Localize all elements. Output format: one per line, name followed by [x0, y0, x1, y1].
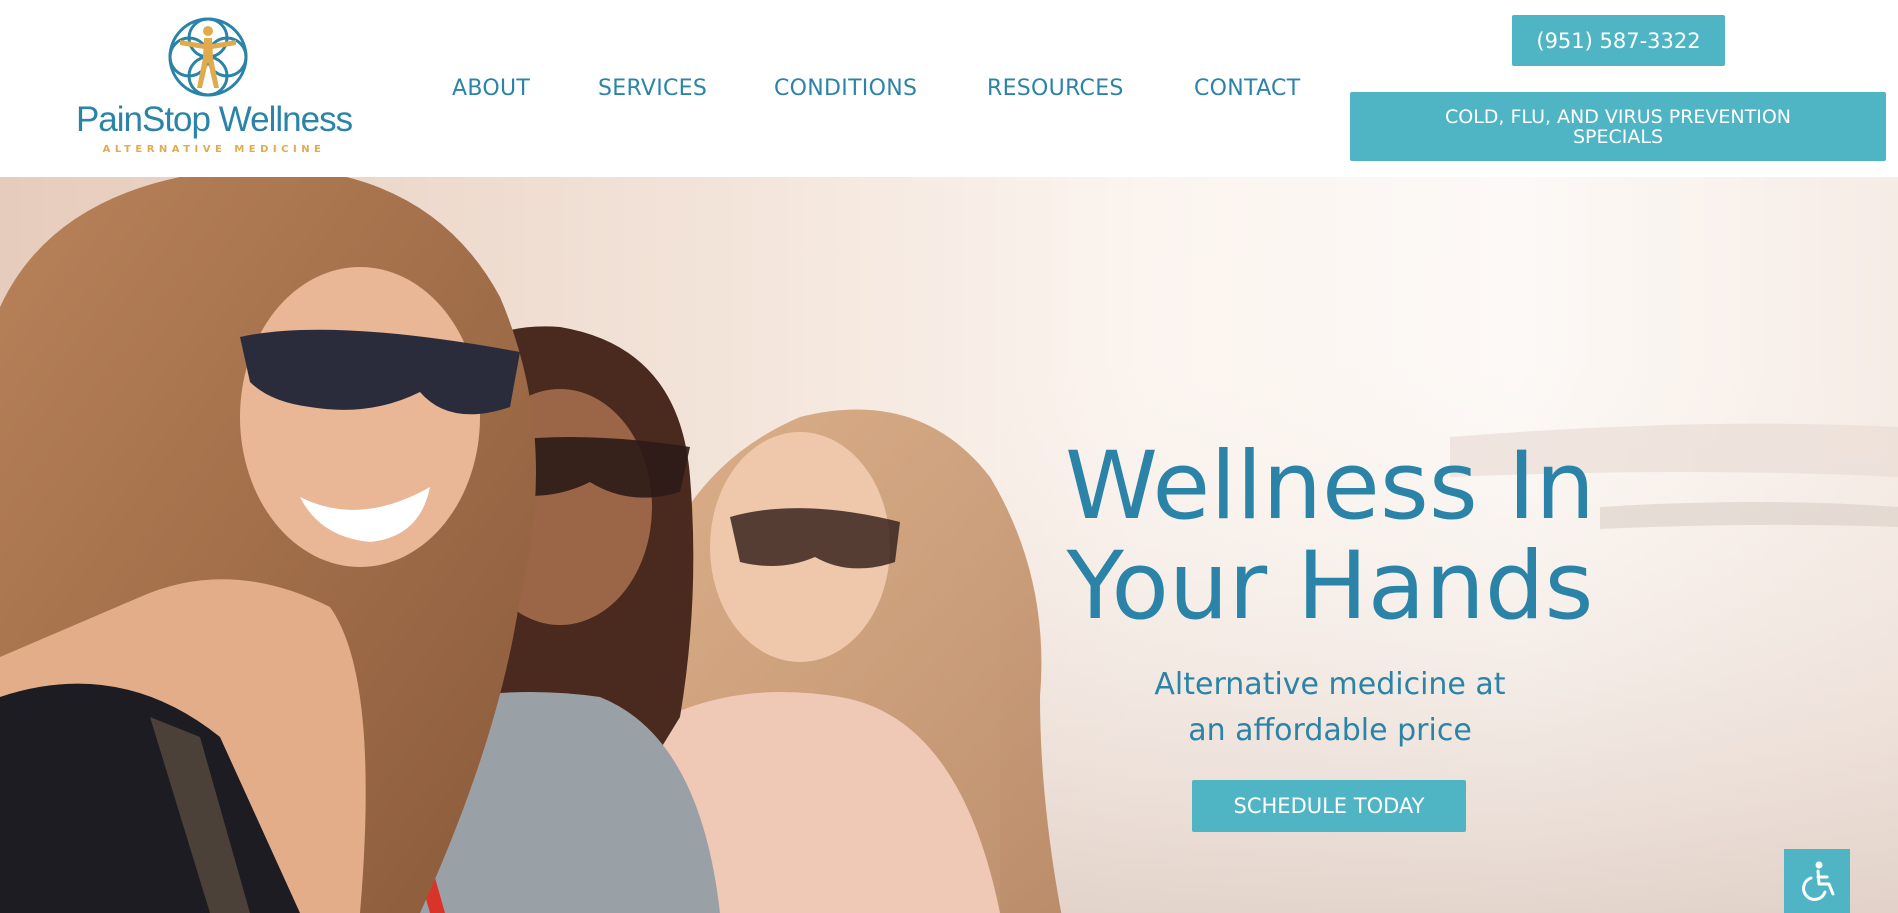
hero-title-line-1: Wellness In	[1064, 432, 1596, 541]
hero-title-line-2: Your Hands	[1066, 532, 1594, 641]
hero-title: Wellness In Your Hands	[1000, 437, 1660, 637]
accessibility-button[interactable]	[1784, 849, 1850, 913]
hero-subtitle-line-2: an affordable price	[1188, 713, 1472, 748]
hero-subtitle-line-1: Alternative medicine at	[1154, 667, 1506, 702]
schedule-today-button[interactable]: SCHEDULE TODAY	[1192, 780, 1466, 832]
logo-tagline: ALTERNATIVE MEDICINE	[102, 144, 326, 155]
hero-subtitle: Alternative medicine at an affordable pr…	[1080, 662, 1580, 754]
wellness-figure-logo-icon	[168, 17, 248, 97]
site-logo[interactable]: PainStop Wellness ALTERNATIVE MEDICINE	[74, 14, 354, 159]
nav-item-contact[interactable]: CONTACT	[1194, 76, 1300, 101]
phone-button[interactable]: (951) 587-3322	[1512, 15, 1725, 66]
site-header: PainStop Wellness ALTERNATIVE MEDICINE A…	[0, 0, 1898, 177]
promo-specials-button[interactable]: COLD, FLU, AND VIRUS PREVENTION SPECIALS	[1350, 92, 1886, 161]
nav-item-services[interactable]: SERVICES	[598, 76, 707, 101]
wheelchair-icon	[1802, 861, 1835, 901]
nav-item-resources[interactable]: RESOURCES	[987, 76, 1124, 101]
nav-item-about[interactable]: ABOUT	[452, 76, 530, 101]
logo-name: PainStop Wellness	[75, 100, 353, 139]
hero-banner: Wellness In Your Hands Alternative medic…	[0, 177, 1898, 913]
nav-item-conditions[interactable]: CONDITIONS	[774, 76, 917, 101]
